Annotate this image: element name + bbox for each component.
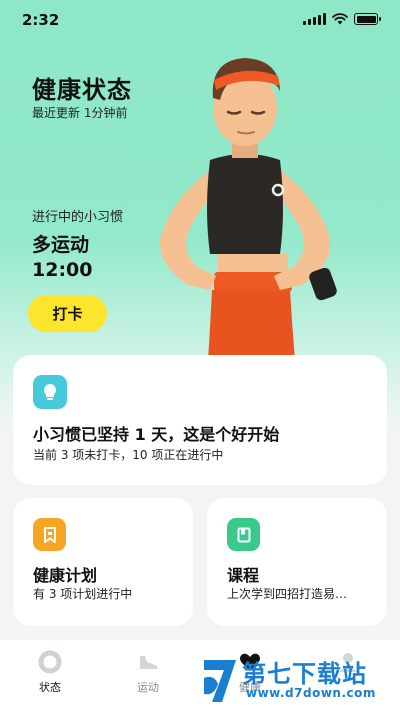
d7-logo-icon bbox=[204, 660, 236, 702]
status-ring-icon bbox=[38, 650, 62, 674]
tab-label: 运动 bbox=[137, 681, 159, 694]
wifi-icon bbox=[332, 13, 348, 25]
fitness-character-illustration bbox=[159, 58, 337, 360]
tab-label: 状态 bbox=[39, 681, 61, 694]
signal-icon bbox=[303, 13, 326, 25]
health-plan-card[interactable]: 健康计划 有 3 项计划进行中 bbox=[13, 498, 193, 626]
habit-label: 进行中的小习惯 bbox=[32, 210, 124, 225]
streak-title: 小习惯已坚持 1 天，这是个好开始 bbox=[33, 425, 280, 444]
last-updated: 最近更新 1分钟前 bbox=[32, 106, 128, 120]
habit-name: 多运动 bbox=[32, 234, 90, 256]
book-icon bbox=[227, 518, 260, 551]
battery-icon bbox=[354, 13, 381, 25]
page-title: 健康状态 bbox=[32, 76, 132, 104]
checkin-button[interactable]: 打卡 bbox=[28, 295, 107, 332]
streak-card[interactable]: 小习惯已坚持 1 天，这是个好开始 当前 3 项未打卡，10 项正在进行中 bbox=[13, 355, 387, 485]
plan-desc: 有 3 项计划进行中 bbox=[33, 587, 133, 601]
plan-title: 健康计划 bbox=[33, 566, 98, 585]
watermark-logo: 第七下载站 www.d7down.com bbox=[200, 652, 396, 708]
bookmark-icon bbox=[33, 518, 66, 551]
tab-status[interactable]: 状态 bbox=[20, 650, 80, 695]
watermark-text: 第七下载站 bbox=[242, 660, 367, 688]
streak-desc: 当前 3 项未打卡，10 项正在进行中 bbox=[33, 448, 224, 462]
watermark-url: www.d7down.com bbox=[246, 686, 376, 700]
bulb-icon bbox=[33, 375, 67, 409]
course-title: 课程 bbox=[227, 566, 260, 585]
status-icons bbox=[303, 13, 381, 25]
tab-exercise[interactable]: 运动 bbox=[118, 650, 178, 695]
course-card[interactable]: 课程 上次学到四招打造易… bbox=[207, 498, 387, 626]
shoe-icon bbox=[140, 656, 158, 669]
course-desc: 上次学到四招打造易… bbox=[227, 587, 348, 601]
status-time: 2:32 bbox=[22, 11, 60, 29]
status-bar: 2:32 bbox=[0, 0, 400, 40]
habit-time: 12:00 bbox=[32, 259, 93, 281]
